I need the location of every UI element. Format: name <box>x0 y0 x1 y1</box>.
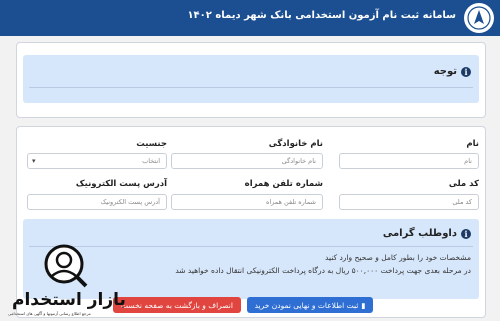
cancel-button[interactable]: انصراف و بازگشت به صفحه نخست <box>113 297 241 313</box>
notice-box: i توجه <box>23 55 479 103</box>
chevron-down-icon: ▾ <box>32 157 36 165</box>
national-code-label: کد ملی <box>448 179 479 189</box>
candidate-text-2: در مرحله بعدی جهت پرداخت ۵۰۰,۰۰۰ ریال به… <box>175 266 471 275</box>
notice-title: توجه <box>433 66 457 77</box>
header-bar: سامانه ثبت نام آزمون استخدامی بانک شهر د… <box>0 0 500 36</box>
family-label: نام خانوادگی <box>268 139 323 149</box>
card-icon: ▮ <box>361 300 366 310</box>
info-icon: i <box>461 228 471 239</box>
mobile-input[interactable]: شماره تلفن همراه <box>171 194 323 210</box>
email-label: آدرس پست الکترونیک <box>75 179 167 189</box>
submit-button[interactable]: ▮ ثبت اطلاعات و نهایی نمودن خرید <box>247 297 373 313</box>
family-input[interactable]: نام خانوادگی <box>171 153 323 169</box>
cancel-label: انصراف و بازگشت به صفحه نخست <box>121 300 233 310</box>
watermark-subtitle: مرجع اطلاع رسانی آزمونها و آگهی های استخ… <box>8 311 91 316</box>
gender-label: جنسیت <box>136 139 167 149</box>
gender-selected: انتخاب <box>142 157 160 165</box>
national-code-input[interactable]: کد ملی <box>339 194 479 210</box>
watermark-logo: بازار استخدام مرجع اطلاع رسانی آزمونها و… <box>2 240 125 320</box>
divider <box>29 87 473 88</box>
gender-select[interactable]: انتخاب ▾ <box>27 153 167 169</box>
name-input[interactable]: نام <box>339 153 479 169</box>
app-logo <box>464 3 494 33</box>
email-input[interactable]: آدرس پست الکترونیک <box>27 194 167 210</box>
candidate-title: داوطلب گرامی <box>382 228 457 239</box>
submit-label: ثبت اطلاعات و نهایی نمودن خرید <box>254 300 359 310</box>
page-title: سامانه ثبت نام آزمون استخدامی بانک شهر د… <box>187 10 456 21</box>
name-label: نام <box>466 139 479 149</box>
watermark-title: بازار استخدام <box>12 290 126 310</box>
candidate-text-1: مشخصات خود را بطور کامل و صحیح وارد کنید <box>325 253 471 262</box>
mobile-label: شماره تلفن همراه <box>244 179 323 189</box>
notice-card: i توجه <box>16 42 486 118</box>
info-icon: i <box>461 66 471 77</box>
